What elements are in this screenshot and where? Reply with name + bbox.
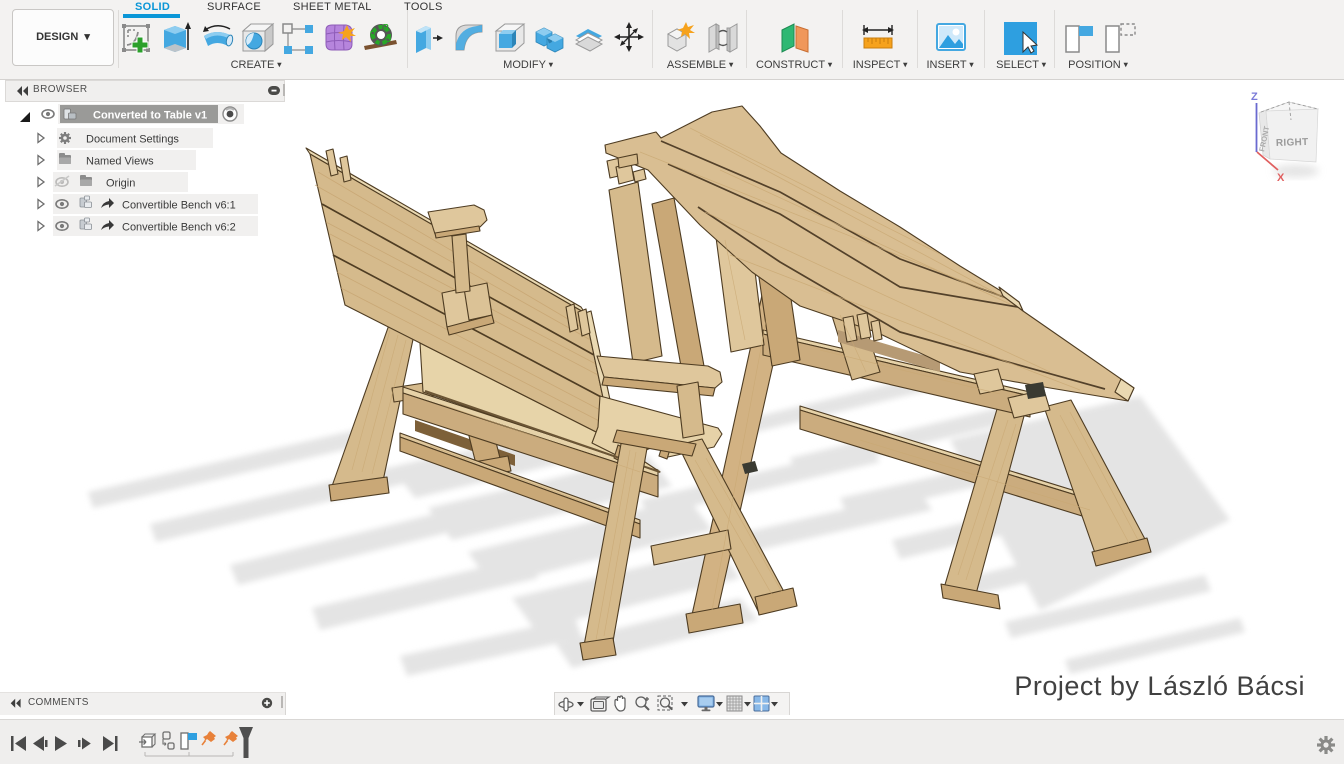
svg-text:Z: Z xyxy=(1251,91,1258,103)
svg-text:Converted to Table v1: Converted to Table v1 xyxy=(93,110,207,122)
svg-text:X: X xyxy=(1277,172,1285,184)
svg-text:Project by László Bácsi: Project by László Bácsi xyxy=(1014,671,1305,701)
svg-text:P: P xyxy=(370,30,376,39)
svg-text:RIGHT: RIGHT xyxy=(1276,137,1309,149)
svg-text:Convertible Bench v6:2: Convertible Bench v6:2 xyxy=(122,222,236,234)
svg-text:Document Settings: Document Settings xyxy=(86,134,179,146)
svg-text:Origin: Origin xyxy=(106,178,135,190)
svg-text:O: O xyxy=(385,35,391,44)
svg-text:Named Views: Named Views xyxy=(86,156,154,168)
svg-text:Convertible Bench v6:1: Convertible Bench v6:1 xyxy=(122,200,236,212)
svg-text:R: R xyxy=(383,23,389,32)
